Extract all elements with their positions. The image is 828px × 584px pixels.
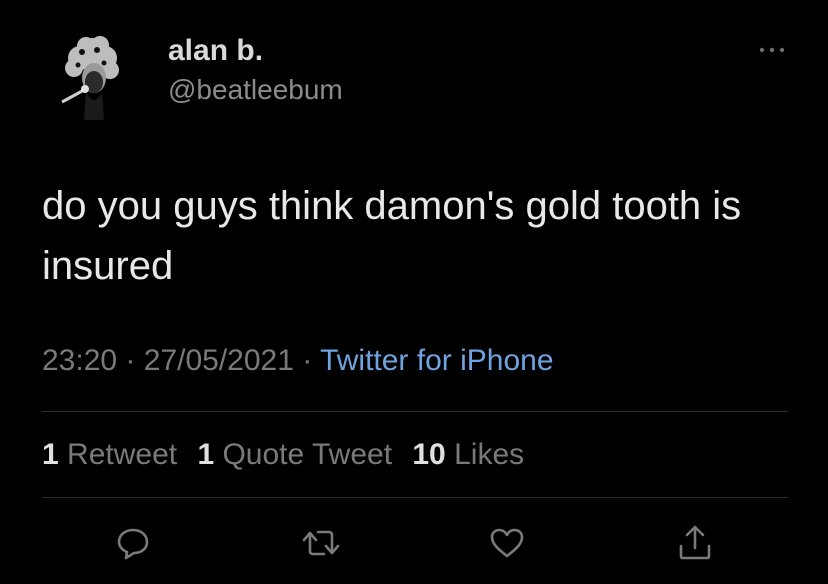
likes-count: 10 (412, 438, 446, 471)
quote-tweets-count: 1 (197, 438, 215, 471)
meta-separator: · (302, 344, 313, 377)
divider (42, 411, 788, 412)
tweet-text: do you guys think damon's gold tooth is … (42, 184, 742, 288)
tweet-actions (0, 520, 828, 570)
like-button[interactable] (484, 520, 530, 566)
tweet-meta: 23:20 · 27/05/2021 · Twitter for iPhone (42, 344, 554, 378)
divider (42, 497, 788, 498)
retweets-count: 1 (42, 438, 59, 471)
quote-tweets-stat[interactable]: 1 Quote Tweet (197, 438, 392, 471)
share-icon (679, 525, 711, 560)
reply-bubble-icon (117, 528, 149, 560)
likes-stat[interactable]: 10 Likes (412, 438, 524, 471)
heart-icon (490, 528, 524, 558)
tweet-stats: 1 Retweet 1 Quote Tweet 10 Likes (42, 438, 536, 472)
display-name[interactable]: alan b. (168, 34, 263, 68)
user-handle[interactable]: @beatleebum (168, 74, 343, 106)
retweets-label: Retweet (67, 438, 178, 471)
tweet-detail: alan b. @beatleebum do you guys think da… (0, 0, 828, 584)
retweets-stat[interactable]: 1 Retweet (42, 438, 177, 471)
meta-separator: · (125, 344, 136, 377)
retweet-button[interactable] (298, 520, 344, 566)
share-button[interactable] (672, 520, 718, 566)
tweet-date: 27/05/2021 (143, 344, 294, 377)
likes-label: Likes (454, 438, 525, 471)
quote-tweets-label: Quote Tweet (222, 438, 393, 471)
retweet-icon (302, 530, 340, 556)
tweet-source-link[interactable]: Twitter for iPhone (320, 344, 553, 377)
more-options-button[interactable] (752, 38, 792, 62)
reply-button[interactable] (110, 520, 156, 566)
tweet-time: 23:20 (42, 344, 118, 377)
avatar-photo (42, 30, 140, 128)
more-horizontal-icon (759, 47, 785, 53)
avatar[interactable] (42, 30, 140, 128)
